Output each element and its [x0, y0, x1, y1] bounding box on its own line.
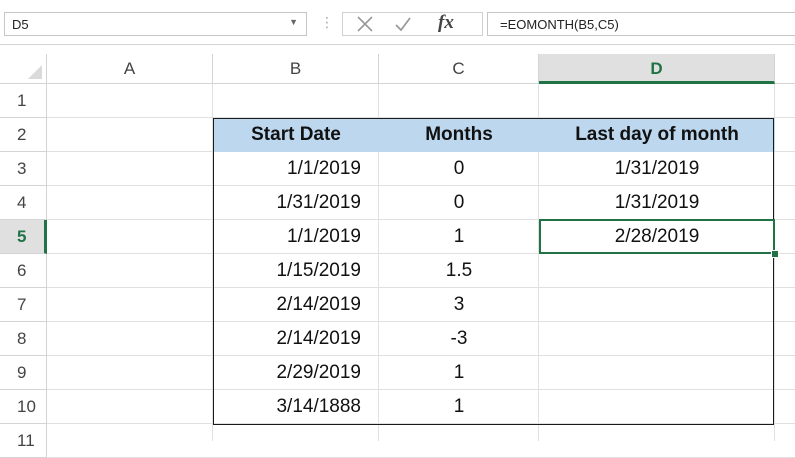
- table-header-cell[interactable]: Months: [379, 118, 539, 152]
- row-header-7[interactable]: 7: [0, 288, 47, 322]
- months-cell[interactable]: 0: [379, 186, 539, 220]
- grip-icon: ⋮: [320, 14, 334, 30]
- start-date-cell[interactable]: 1/15/2019: [213, 254, 379, 288]
- start-date-cell[interactable]: 1/1/2019: [213, 152, 379, 186]
- months-cell[interactable]: 1: [379, 390, 539, 424]
- row-header-3[interactable]: 3: [0, 152, 47, 186]
- table-header-cell[interactable]: Last day of month: [539, 118, 775, 152]
- formula-buttons: fx: [342, 12, 483, 36]
- select-all-icon: [28, 65, 42, 79]
- last-day-cell[interactable]: [539, 356, 775, 390]
- row-header-9[interactable]: 9: [0, 356, 47, 390]
- name-box[interactable]: D5 ▼: [4, 12, 307, 36]
- row-header-11[interactable]: 11: [0, 424, 47, 458]
- start-date-cell[interactable]: 1/31/2019: [213, 186, 379, 220]
- row-header-6[interactable]: 6: [0, 254, 47, 288]
- row-header-10[interactable]: 10: [0, 390, 47, 424]
- start-date-cell[interactable]: 2/29/2019: [213, 356, 379, 390]
- months-cell[interactable]: 1.5: [379, 254, 539, 288]
- table-header-cell[interactable]: Start Date: [213, 118, 379, 152]
- last-day-cell[interactable]: 2/28/2019: [539, 220, 775, 254]
- start-date-cell[interactable]: 2/14/2019: [213, 288, 379, 322]
- start-date-cell[interactable]: 2/14/2019: [213, 322, 379, 356]
- insert-function-icon[interactable]: fx: [438, 12, 454, 34]
- column-header-c[interactable]: C: [379, 54, 539, 84]
- column-header-a[interactable]: A: [47, 54, 213, 84]
- row-header-4[interactable]: 4: [0, 186, 47, 220]
- last-day-cell[interactable]: [539, 390, 775, 424]
- chevron-down-icon[interactable]: ▼: [289, 17, 298, 27]
- months-cell[interactable]: -3: [379, 322, 539, 356]
- last-day-cell[interactable]: 1/31/2019: [539, 152, 775, 186]
- row-header-2[interactable]: 2: [0, 118, 47, 152]
- column-header-empty: [775, 54, 795, 84]
- cancel-icon[interactable]: [356, 15, 374, 38]
- row-header-8[interactable]: 8: [0, 322, 47, 356]
- last-day-cell[interactable]: 1/31/2019: [539, 186, 775, 220]
- row-header-1[interactable]: 1: [0, 84, 47, 118]
- column-header-b[interactable]: B: [213, 54, 379, 84]
- enter-check-icon[interactable]: [394, 16, 412, 37]
- name-box-value: D5: [12, 17, 29, 32]
- formula-text: =EOMONTH(B5,C5): [500, 17, 619, 32]
- start-date-cell[interactable]: 3/14/1888: [213, 390, 379, 424]
- formula-input[interactable]: =EOMONTH(B5,C5): [487, 12, 795, 36]
- start-date-cell[interactable]: 1/1/2019: [213, 220, 379, 254]
- months-cell[interactable]: 1: [379, 356, 539, 390]
- months-cell[interactable]: 0: [379, 152, 539, 186]
- months-cell[interactable]: 3: [379, 288, 539, 322]
- last-day-cell[interactable]: [539, 254, 775, 288]
- last-day-cell[interactable]: [539, 288, 775, 322]
- formula-bar: D5 ▼ ⋮ fx =EOMONTH(B5,C5): [0, 0, 795, 45]
- column-header-d[interactable]: D: [539, 54, 775, 84]
- last-day-cell[interactable]: [539, 322, 775, 356]
- months-cell[interactable]: 1: [379, 220, 539, 254]
- worksheet-grid[interactable]: A B C D 1 2 3 4 5 6 7 8 9 10 11 Start Date Months Last da…: [0, 54, 795, 458]
- row-header-5[interactable]: 5: [0, 220, 47, 254]
- select-all-corner[interactable]: [0, 54, 47, 84]
